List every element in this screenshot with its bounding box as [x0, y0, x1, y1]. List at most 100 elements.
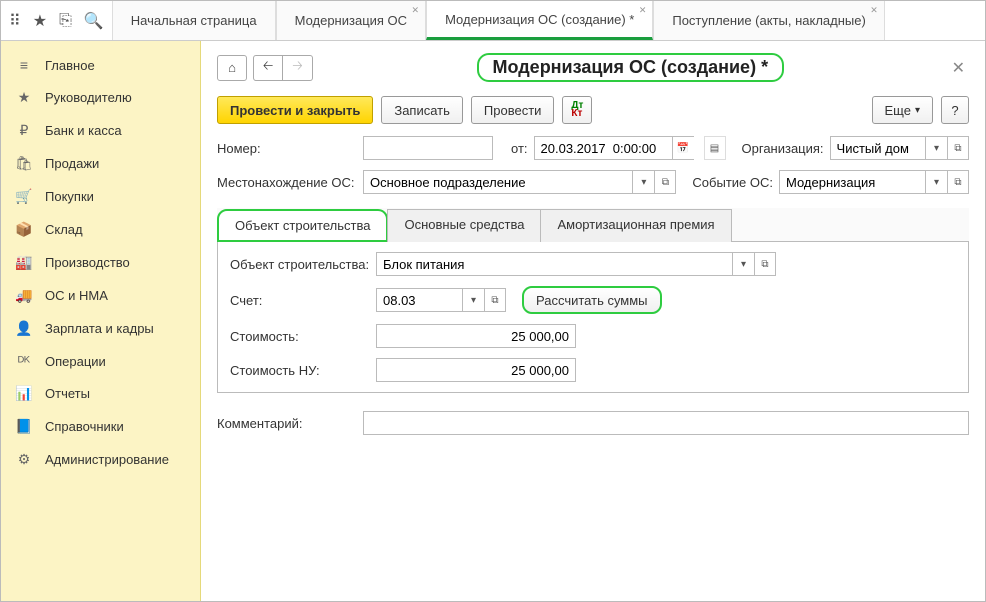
sidebar-item-warehouse[interactable]: 📦Склад	[1, 213, 200, 246]
chevron-down-icon[interactable]: ▾	[732, 252, 754, 276]
star-icon[interactable]: ★	[33, 11, 47, 31]
bag-icon: 🛍	[15, 155, 33, 172]
window-tabs: Начальная страница Модернизация ОС ✕ Мод…	[112, 1, 985, 40]
obj-field[interactable]: ▾ ⧉	[376, 252, 776, 276]
calendar-icon[interactable]: 📅	[672, 136, 694, 160]
post-button[interactable]: Провести	[471, 96, 555, 124]
list-icon[interactable]: ▤	[704, 136, 726, 160]
person-icon: 👤	[15, 320, 33, 337]
forward-button[interactable]: 🡢	[283, 55, 313, 81]
search-icon[interactable]: 🔍	[84, 11, 104, 31]
box-icon: 📦	[15, 221, 33, 238]
gear-icon: ⚙	[15, 451, 33, 468]
tab-label: Модернизация ОС (создание) *	[445, 12, 634, 27]
tab-label: Модернизация ОС	[295, 13, 407, 28]
back-button[interactable]: 🡠	[253, 55, 283, 81]
sidebar-label: Руководителю	[45, 90, 132, 105]
apps-icon[interactable]: ⠿	[9, 11, 21, 31]
cart-icon: 🛒	[15, 188, 33, 205]
dtkt-button[interactable]: ДтКт	[562, 96, 592, 124]
open-icon[interactable]: ⧉	[484, 288, 506, 312]
tab-home[interactable]: Начальная страница	[112, 1, 276, 40]
location-label: Местонахождение ОС:	[217, 175, 357, 190]
row-cost: Стоимость:	[230, 324, 956, 348]
tab-construction-object[interactable]: Объект строительства	[217, 209, 388, 242]
row-acct: Счет: ▾ ⧉ Рассчитать суммы	[230, 286, 956, 314]
sidebar-item-catalogs[interactable]: 📘Справочники	[1, 410, 200, 443]
nav-buttons: ⌂ 🡠 🡢	[217, 55, 313, 81]
sidebar-label: ОС и НМА	[45, 288, 108, 303]
number-input[interactable]	[363, 136, 493, 160]
sidebar-item-main[interactable]: ≡Главное	[1, 49, 200, 81]
home-button[interactable]: ⌂	[217, 55, 247, 81]
tab-content: Объект строительства: ▾ ⧉ Счет: ▾ ⧉	[217, 242, 969, 393]
calculate-button[interactable]: Рассчитать суммы	[522, 286, 662, 314]
post-and-close-button[interactable]: Провести и закрыть	[217, 96, 373, 124]
sidebar-item-hr[interactable]: 👤 Зарплата и кадры	[1, 312, 200, 345]
history-icon[interactable]: ⎘	[59, 12, 72, 30]
chevron-down-icon[interactable]: ▾	[925, 136, 947, 160]
date-field[interactable]: 📅	[534, 136, 694, 160]
sidebar-label: Банк и касса	[45, 123, 122, 138]
sidebar-item-bank[interactable]: ₽Банк и касса	[1, 114, 200, 147]
costnu-field[interactable]	[376, 358, 576, 382]
close-icon[interactable]: ✕	[412, 5, 420, 16]
dtkt-icon: ДтКт	[569, 100, 585, 120]
sidebar-item-admin[interactable]: ⚙Администрирование	[1, 443, 200, 476]
chart-icon: 📊	[15, 385, 33, 402]
acct-label: Счет:	[230, 293, 370, 308]
form-title: Модернизация ОС (создание) *	[313, 53, 948, 82]
star-icon: ★	[15, 89, 33, 106]
sidebar-item-manager[interactable]: ★ Руководителю	[1, 81, 200, 114]
obj-label: Объект строительства:	[230, 257, 370, 272]
event-field[interactable]: ▾ ⧉	[779, 170, 969, 194]
row-obj: Объект строительства: ▾ ⧉	[230, 252, 956, 276]
main-panel: ⌂ 🡠 🡢 Модернизация ОС (создание) * ✕ Про…	[201, 41, 985, 601]
chevron-down-icon[interactable]: ▾	[925, 170, 947, 194]
close-form-icon[interactable]: ✕	[948, 58, 969, 78]
location-field[interactable]: ▾ ⧉	[363, 170, 676, 194]
sidebar-item-production[interactable]: 🏭Производство	[1, 246, 200, 279]
comment-label: Комментарий:	[217, 416, 357, 431]
more-button[interactable]: Еще ▾	[872, 96, 933, 124]
event-label: Событие ОС:	[692, 175, 773, 190]
sidebar-label: Зарплата и кадры	[45, 321, 154, 336]
org-field[interactable]: ▾ ⧉	[830, 136, 969, 160]
open-icon[interactable]: ⧉	[654, 170, 676, 194]
comment-input[interactable]	[363, 411, 969, 435]
tab-depreciation-bonus[interactable]: Амортизационная премия	[540, 209, 731, 242]
cost-label: Стоимость:	[230, 329, 370, 344]
help-button[interactable]: ?	[941, 96, 969, 124]
chevron-down-icon[interactable]: ▾	[462, 288, 484, 312]
acct-field[interactable]: ▾ ⧉	[376, 288, 506, 312]
close-icon[interactable]: ✕	[639, 5, 647, 16]
factory-icon: 🏭	[15, 254, 33, 271]
save-button[interactable]: Записать	[381, 96, 463, 124]
sidebar-item-reports[interactable]: 📊 Отчеты	[1, 377, 200, 410]
cost-field[interactable]	[376, 324, 576, 348]
sidebar-label: Продажи	[45, 156, 99, 171]
chevron-down-icon[interactable]: ▾	[632, 170, 654, 194]
sidebar-label: Покупки	[45, 189, 94, 204]
row-location-event: Местонахождение ОС: ▾ ⧉ Событие ОС: ▾ ⧉	[217, 170, 969, 194]
costnu-label: Стоимость НУ:	[230, 363, 370, 378]
sidebar-item-purchases[interactable]: 🛒 Покупки	[1, 180, 200, 213]
sidebar-label: Отчеты	[45, 386, 90, 401]
sidebar-item-operations[interactable]: ᴰᴷОперации	[1, 345, 200, 377]
sidebar-item-sales[interactable]: 🛍 Продажи	[1, 147, 200, 180]
tab-fixed-assets[interactable]: Основные средства	[387, 209, 541, 242]
close-icon[interactable]: ✕	[870, 5, 878, 16]
top-icons: ⠿ ★ ⎘ 🔍	[1, 1, 112, 40]
top-toolbar: ⠿ ★ ⎘ 🔍 Начальная страница Модернизация …	[1, 1, 985, 41]
chevron-down-icon: ▾	[915, 105, 920, 116]
tab-modernization-create[interactable]: Модернизация ОС (создание) * ✕	[426, 1, 653, 40]
open-icon[interactable]: ⧉	[947, 136, 969, 160]
title-row: ⌂ 🡠 🡢 Модернизация ОС (создание) * ✕	[217, 53, 969, 82]
tab-modernization[interactable]: Модернизация ОС ✕	[276, 1, 426, 40]
tab-receipt[interactable]: Поступление (акты, накладные) ✕	[653, 1, 884, 40]
open-icon[interactable]: ⧉	[754, 252, 776, 276]
sidebar-item-fixed-assets[interactable]: 🚚ОС и НМА	[1, 279, 200, 312]
book-icon: 📘	[15, 418, 33, 435]
open-icon[interactable]: ⧉	[947, 170, 969, 194]
row-number-date-org: Номер: от: 📅 ▤ Организация: ▾ ⧉	[217, 136, 969, 160]
